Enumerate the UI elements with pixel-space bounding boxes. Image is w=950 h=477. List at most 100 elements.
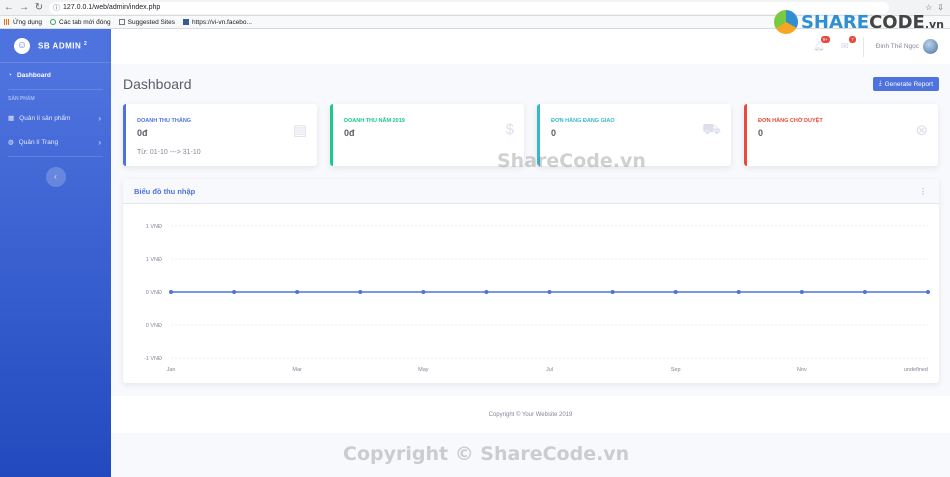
generate-report-button[interactable]: ⤓ Generate Report bbox=[872, 77, 939, 91]
data-point[interactable] bbox=[547, 290, 552, 294]
data-point[interactable] bbox=[673, 290, 678, 294]
download-icon: ⤓ bbox=[878, 80, 882, 87]
data-point[interactable] bbox=[736, 290, 741, 294]
card-monthly-revenue: DOANH THU THÁNG 0đ Từ: 01-10 ---> 31-10 … bbox=[123, 104, 317, 166]
brand[interactable]: ☺ SB ADMIN 2 bbox=[0, 29, 111, 63]
x-tick-label: Sep bbox=[671, 367, 681, 373]
x-tick-label: Mar bbox=[292, 367, 302, 373]
laugh-wink-icon: ☺ bbox=[14, 37, 30, 54]
topbar: 🔔︎ 9+ ✉ 7 Đinh Thế Ngọc bbox=[111, 29, 950, 64]
bookmark-recent-tabs[interactable]: Các tab mới đóng bbox=[50, 19, 111, 26]
sidebar-divider bbox=[8, 156, 103, 157]
recent-icon bbox=[50, 19, 57, 25]
data-point[interactable] bbox=[232, 290, 237, 294]
info-icon: ⓘ bbox=[53, 4, 60, 12]
messages-badge: 7 bbox=[849, 36, 856, 43]
calendar-icon: ▤ bbox=[292, 122, 307, 139]
logo-vn: .vn bbox=[924, 17, 944, 31]
card-value: 0đ bbox=[344, 128, 355, 138]
x-tick-label: Jan bbox=[167, 367, 176, 373]
bookmark-apps[interactable]: Ứng dụng bbox=[4, 19, 42, 26]
sidebar-heading: SẢN PHẨM bbox=[8, 96, 35, 102]
sidebar-item-label: Dashboard bbox=[16, 71, 51, 79]
sidebar-toggle-button[interactable]: ‹ bbox=[45, 167, 66, 187]
card-value: 0 bbox=[758, 128, 764, 138]
sidebar-item-products[interactable]: ▦ Quản lí sản phẩm › bbox=[0, 106, 111, 130]
card-label: ĐƠN HÀNG CHỜ DUYỆT bbox=[758, 118, 823, 124]
income-line-chart: 1 VNĐ 1 VNĐ 0 VNĐ 0 VNĐ -1 VNĐ Jan Mar May Jul Se… bbox=[144, 224, 930, 373]
alerts-badge: 9+ bbox=[820, 36, 830, 43]
truck-icon: ⛟ bbox=[702, 121, 721, 138]
x-tick-label: undefined bbox=[904, 367, 928, 373]
y-tick-label: -1 VNĐ bbox=[144, 356, 162, 362]
user-name[interactable]: Đinh Thế Ngọc bbox=[876, 43, 919, 50]
data-point[interactable] bbox=[484, 290, 489, 294]
data-point[interactable] bbox=[421, 290, 426, 294]
chevron-right-icon: › bbox=[98, 137, 101, 147]
sidebar-item-label: Quản lí Trang bbox=[18, 138, 59, 146]
apps-icon bbox=[4, 19, 10, 25]
back-icon[interactable]: ← bbox=[3, 2, 15, 14]
brand-name: SB ADMIN bbox=[38, 41, 82, 51]
card-value: 0đ bbox=[137, 128, 148, 138]
x-tick-label: Nov bbox=[797, 367, 807, 373]
footer-text: Copyright © Your Website 2019 bbox=[488, 411, 573, 418]
topbar-divider bbox=[862, 36, 864, 57]
sidebar-item-pages[interactable]: ◍ Quản lí Trang › bbox=[0, 130, 111, 154]
brand-sup: 2 bbox=[84, 40, 88, 47]
bookmark-suggested[interactable]: Suggested Sites bbox=[118, 19, 175, 26]
bookmark-facebook[interactable]: https://vi-vn.facebo... bbox=[182, 19, 252, 26]
card-date-range: Từ: 01-10 ---> 31-10 bbox=[137, 149, 201, 156]
y-tick-label: 1 VNĐ bbox=[146, 224, 162, 230]
x-tick-label: May bbox=[418, 367, 429, 373]
tachometer-icon: ◔ bbox=[8, 71, 12, 79]
y-tick-label: 0 VNĐ bbox=[146, 323, 162, 329]
y-tick-label: 1 VNĐ bbox=[146, 257, 162, 263]
card-yearly-revenue: DOANH THU NĂM 2019 0đ $ bbox=[330, 104, 524, 166]
times-circle-icon: ⊗ bbox=[915, 122, 928, 139]
data-point[interactable] bbox=[799, 290, 804, 294]
forward-icon[interactable]: → bbox=[18, 2, 30, 14]
card-label: ĐƠN HÀNG ĐANG GIAO bbox=[551, 118, 615, 124]
globe-icon: ◍ bbox=[8, 139, 14, 146]
page-title: Dashboard bbox=[123, 76, 192, 92]
sidebar-item-dashboard[interactable]: ◔ Dashboard bbox=[0, 63, 111, 87]
watermark-center: ShareCode.vn bbox=[497, 150, 646, 172]
chevron-right-icon: › bbox=[98, 113, 101, 123]
dollar-icon: $ bbox=[505, 121, 514, 138]
chart-header: Biểu đồ thu nhập ⋮ bbox=[123, 179, 939, 204]
data-point[interactable] bbox=[926, 290, 930, 294]
x-tick-label: Jul bbox=[546, 367, 553, 373]
avatar[interactable] bbox=[923, 39, 938, 54]
logo-mark-icon bbox=[773, 10, 798, 34]
card-label: DOANH THU THÁNG bbox=[137, 118, 192, 124]
page-icon bbox=[118, 19, 125, 25]
card-orders-pending: ĐƠN HÀNG CHỜ DUYỆT 0 ⊗ bbox=[744, 104, 938, 166]
data-point[interactable] bbox=[862, 290, 867, 294]
table-icon: ▦ bbox=[8, 115, 15, 122]
facebook-icon bbox=[182, 19, 189, 25]
logo-share: SHARE bbox=[800, 11, 870, 33]
logo-code: CODE bbox=[869, 11, 925, 33]
ellipsis-vertical-icon[interactable]: ⋮ bbox=[919, 187, 927, 196]
sharecode-logo: SHARECODE.vn bbox=[773, 10, 944, 34]
data-point[interactable] bbox=[358, 290, 363, 294]
generate-report-label: Generate Report bbox=[884, 80, 933, 88]
y-tick-label: 0 VNĐ bbox=[146, 290, 162, 296]
data-point[interactable] bbox=[295, 290, 300, 294]
chart-title: Biểu đồ thu nhập bbox=[134, 186, 196, 196]
url-text: 127.0.0.1/web/admin/index.php bbox=[63, 4, 161, 11]
address-bar[interactable]: ⓘ 127.0.0.1/web/admin/index.php bbox=[49, 1, 889, 14]
watermark-bottom: Copyright © ShareCode.vn bbox=[343, 443, 630, 465]
messages-envelope-icon[interactable]: ✉ 7 bbox=[837, 36, 856, 52]
reload-icon[interactable]: ↻ bbox=[33, 2, 45, 14]
income-chart-card: Biểu đồ thu nhập ⋮ 1 VNĐ 1 VNĐ 0 VNĐ 0 VNĐ -… bbox=[123, 179, 939, 383]
data-point[interactable] bbox=[169, 290, 173, 294]
data-point[interactable] bbox=[610, 290, 615, 294]
sidebar: ☺ SB ADMIN 2 ◔ Dashboard SẢN PHẨM ▦ Quản… bbox=[0, 29, 111, 477]
footer: Copyright © Your Website 2019 bbox=[111, 396, 950, 433]
card-value: 0 bbox=[551, 128, 557, 138]
alerts-bell-icon[interactable]: 🔔︎ 9+ bbox=[811, 36, 830, 52]
card-label: DOANH THU NĂM 2019 bbox=[344, 118, 405, 124]
sidebar-item-label: Quản lí sản phẩm bbox=[19, 114, 71, 122]
